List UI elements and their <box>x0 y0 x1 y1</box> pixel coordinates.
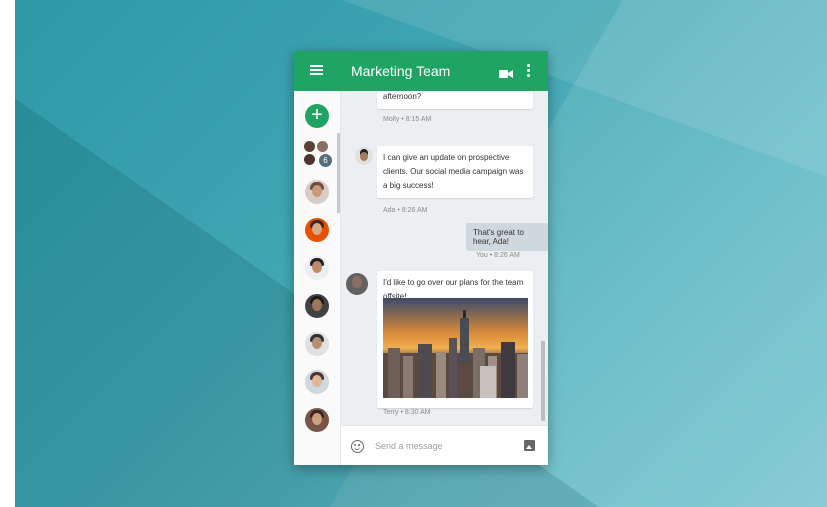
message-list: afternoon? Molly • 8:15 AM I can give an… <box>341 91 548 425</box>
app-bar: Marketing Team <box>294 51 548 91</box>
new-conversation-button[interactable]: + <box>305 104 329 128</box>
contact-avatar[interactable] <box>305 256 329 280</box>
chat-window: Marketing Team + 6 › afternoon? Molly • … <box>294 51 548 465</box>
contact-avatar[interactable] <box>305 218 329 242</box>
message-composer <box>341 425 548 465</box>
conversation-sidebar: + 6 › <box>294 91 341 465</box>
contact-avatar[interactable] <box>305 370 329 394</box>
sender-avatar <box>355 147 373 165</box>
message-meta: Molly • 8:15 AM <box>383 116 432 123</box>
message-meta: You • 8:26 AM <box>476 252 520 259</box>
contact-avatar[interactable] <box>305 408 329 432</box>
group-avatar[interactable]: 6 <box>304 141 333 168</box>
message-text: afternoon? <box>383 92 422 101</box>
message-input[interactable] <box>375 438 515 454</box>
message-list-scrollbar[interactable] <box>541 341 545 421</box>
video-call-icon[interactable] <box>499 66 513 78</box>
image-icon[interactable] <box>524 440 535 451</box>
emoji-icon[interactable] <box>351 440 364 453</box>
message-text: I can give an update on prospective clie… <box>383 153 524 190</box>
self-message-bubble: That's great to hear, Ada! <box>466 223 548 251</box>
menu-icon[interactable] <box>310 65 323 76</box>
contact-avatar[interactable] <box>305 180 329 204</box>
message-bubble: afternoon? <box>377 91 533 109</box>
group-count-badge: 6 <box>318 153 333 168</box>
shared-photo[interactable] <box>383 298 528 398</box>
contact-avatar[interactable] <box>305 332 329 356</box>
conversation-title: Marketing Team <box>351 63 451 79</box>
message-bubble: I can give an update on prospective clie… <box>377 146 533 198</box>
message-text: That's great to hear, Ada! <box>473 228 524 246</box>
contact-avatar[interactable] <box>305 294 329 318</box>
more-vert-icon[interactable] <box>527 64 531 78</box>
message-meta: Ada • 8:26 AM <box>383 207 428 214</box>
sidebar-scrollbar[interactable] <box>337 133 340 213</box>
message-meta: Terry • 8:30 AM <box>383 409 431 416</box>
sender-avatar <box>346 273 368 295</box>
